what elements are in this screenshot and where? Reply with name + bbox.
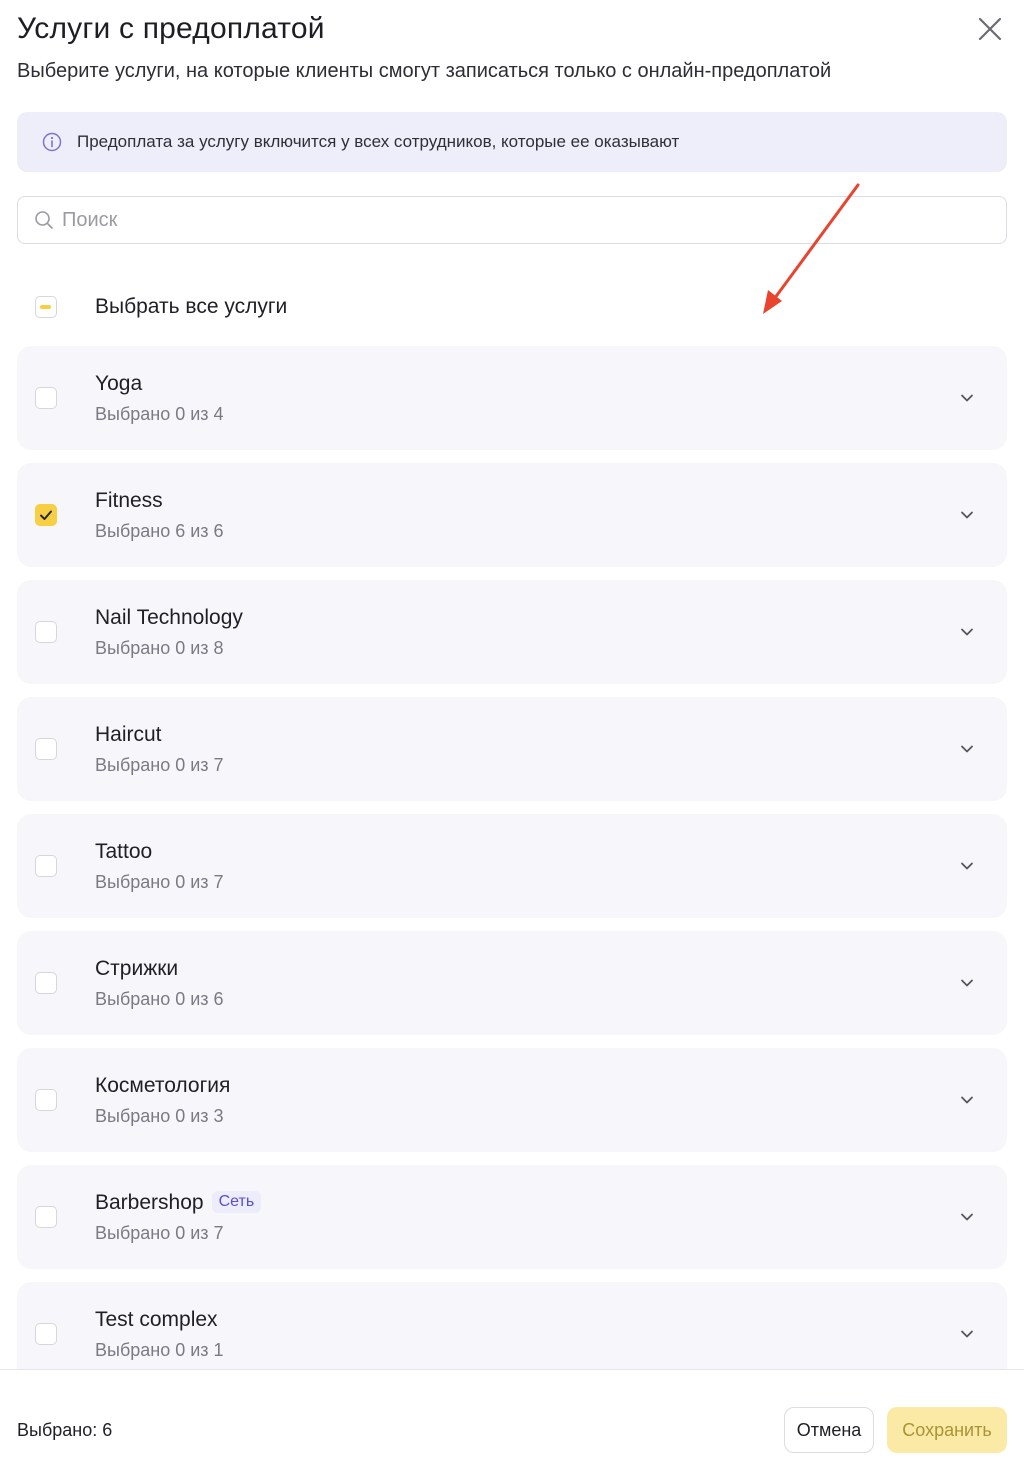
select-all-row[interactable]: Выбрать все услуги [17,284,617,330]
dialog-title: Услуги с предоплатой [17,12,325,45]
category-name: Косметология [95,1074,231,1097]
select-all-checkbox[interactable] [35,296,57,318]
category-name: Fitness [95,489,163,512]
cancel-button[interactable]: Отмена [784,1407,874,1453]
search-icon [34,210,54,230]
category-checkbox[interactable] [35,504,57,526]
chevron-down-icon[interactable] [959,741,975,757]
category-count: Выбрано 6 из 6 [95,521,224,541]
category-name: Yoga [95,372,143,395]
category-card[interactable]: Haircut Выбрано 0 из 7 [17,697,1007,801]
close-icon[interactable] [975,14,1005,44]
info-icon [42,132,62,152]
info-text: Предоплата за услугу включится у всех со… [77,132,680,151]
network-badge: Сеть [211,1191,262,1213]
category-checkbox[interactable] [35,1206,57,1228]
chevron-down-icon[interactable] [959,1092,975,1108]
category-checkbox[interactable] [35,1323,57,1345]
category-checkbox[interactable] [35,1089,57,1111]
category-count: Выбрано 0 из 1 [95,1340,224,1360]
category-count: Выбрано 0 из 3 [95,1106,224,1126]
category-list: Yoga Выбрано 0 из 4 Fitness Выбрано 6 из… [17,346,1007,1369]
category-name: Tattoo [95,840,153,863]
chevron-down-icon[interactable] [959,858,975,874]
dialog-footer: Выбрано: 6 Отмена Сохранить [0,1369,1024,1475]
category-count: Выбрано 0 из 7 [95,872,224,892]
check-icon [39,510,52,520]
category-checkbox[interactable] [35,855,57,877]
category-count: Выбрано 0 из 6 [95,989,224,1009]
chevron-down-icon[interactable] [959,390,975,406]
category-checkbox[interactable] [35,972,57,994]
category-count: Выбрано 0 из 8 [95,638,224,658]
category-card[interactable]: Barbershop Сеть Выбрано 0 из 7 [17,1165,1007,1269]
category-name: Стрижки [95,957,179,980]
selected-count: Выбрано: 6 [17,1420,113,1440]
category-name: Test complex [95,1308,218,1331]
search-input[interactable] [62,197,962,243]
category-card[interactable]: Косметология Выбрано 0 из 3 [17,1048,1007,1152]
category-name: Barbershop [95,1191,204,1214]
category-name-wrap: Barbershop Сеть [95,1191,262,1215]
chevron-down-icon[interactable] [959,507,975,523]
chevron-down-icon[interactable] [959,1209,975,1225]
chevron-down-icon[interactable] [959,975,975,991]
save-button[interactable]: Сохранить [887,1407,1007,1453]
chevron-down-icon[interactable] [959,1326,975,1342]
category-checkbox[interactable] [35,387,57,409]
category-checkbox[interactable] [35,738,57,760]
dialog-subtitle: Выберите услуги, на которые клиенты смог… [17,60,832,82]
category-card[interactable]: Nail Technology Выбрано 0 из 8 [17,580,1007,684]
search-box[interactable] [17,196,1007,244]
category-card[interactable]: Test complex Выбрано 0 из 1 [17,1282,1007,1369]
category-card[interactable]: Fitness Выбрано 6 из 6 [17,463,1007,567]
category-count: Выбрано 0 из 4 [95,404,224,424]
select-all-label: Выбрать все услуги [95,295,288,318]
category-checkbox[interactable] [35,621,57,643]
category-count: Выбрано 0 из 7 [95,1223,224,1243]
category-card[interactable]: Стрижки Выбрано 0 из 6 [17,931,1007,1035]
category-name: Nail Technology [95,606,243,629]
category-card[interactable]: Yoga Выбрано 0 из 4 [17,346,1007,450]
info-banner: Предоплата за услугу включится у всех со… [17,112,1007,172]
chevron-down-icon[interactable] [959,624,975,640]
category-card[interactable]: Tattoo Выбрано 0 из 7 [17,814,1007,918]
category-name: Haircut [95,723,162,746]
category-count: Выбрано 0 из 7 [95,755,224,775]
